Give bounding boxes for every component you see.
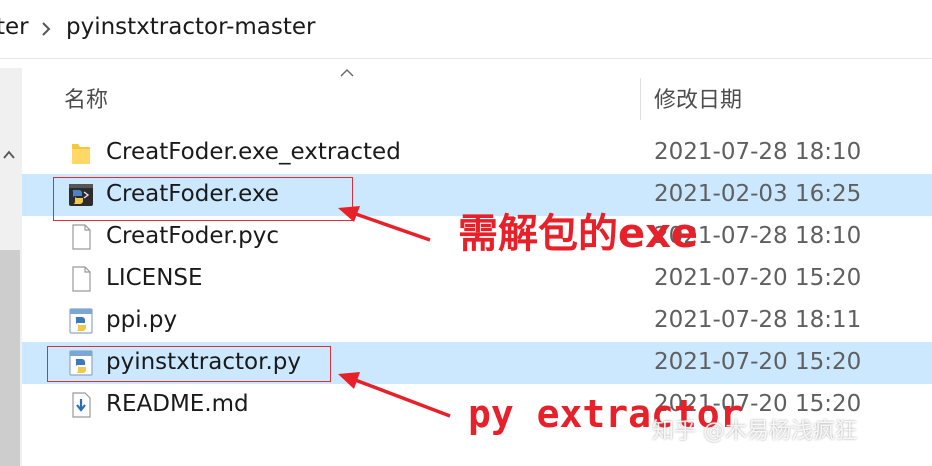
arrow-left-icon — [338, 206, 431, 242]
file-row[interactable]: LICENSE 2021-07-20 15:20 — [22, 258, 932, 300]
file-icon — [72, 266, 91, 292]
file-date: 2021-07-28 18:11 — [654, 307, 862, 333]
markdown-file-icon — [72, 392, 91, 418]
highlight-box-extractor — [47, 346, 331, 382]
file-name: CreatFoder.exe_extracted — [106, 139, 401, 165]
scrollbar-thumb[interactable] — [0, 250, 20, 466]
file-row[interactable]: ppi.py 2021-07-28 18:11 — [22, 300, 932, 342]
folder-icon — [72, 144, 90, 164]
column-divider[interactable] — [640, 78, 641, 120]
file-name: LICENSE — [106, 265, 203, 291]
breadcrumb-item-current[interactable]: pyinstxtractor-master — [66, 14, 316, 40]
annotation-label-exe: 需解包的exe — [458, 211, 699, 257]
arrow-left-icon — [338, 372, 451, 418]
file-icon — [72, 224, 91, 250]
navigation-pane-scrollbar[interactable] — [0, 68, 22, 466]
watermark: 知乎 @木易杨浅疯狂 — [652, 419, 857, 444]
breadcrumb-item-parent[interactable]: ter — [0, 14, 29, 40]
file-date: 2021-07-20 15:20 — [654, 349, 862, 375]
chevron-up-icon[interactable] — [2, 148, 16, 160]
file-name: ppi.py — [106, 307, 178, 333]
column-header-name[interactable]: 名称 — [64, 82, 108, 114]
column-header: 名称 修改日期 — [22, 68, 932, 120]
file-date: 2021-07-20 15:20 — [654, 265, 862, 291]
file-name: README.md — [106, 391, 249, 417]
chevron-right-icon[interactable] — [39, 20, 53, 38]
sort-ascending-icon — [340, 69, 354, 77]
file-row[interactable]: CreatFoder.exe_extracted 2021-07-28 18:1… — [22, 132, 932, 174]
breadcrumb-divider — [0, 58, 932, 59]
file-date: 2021-07-28 18:10 — [654, 139, 862, 165]
highlight-box-exe — [53, 177, 353, 221]
python-file-icon — [69, 308, 93, 334]
column-header-date-modified[interactable]: 修改日期 — [654, 82, 742, 114]
file-name: CreatFoder.pyc — [106, 223, 280, 249]
breadcrumb: ter pyinstxtractor-master — [0, 0, 932, 58]
